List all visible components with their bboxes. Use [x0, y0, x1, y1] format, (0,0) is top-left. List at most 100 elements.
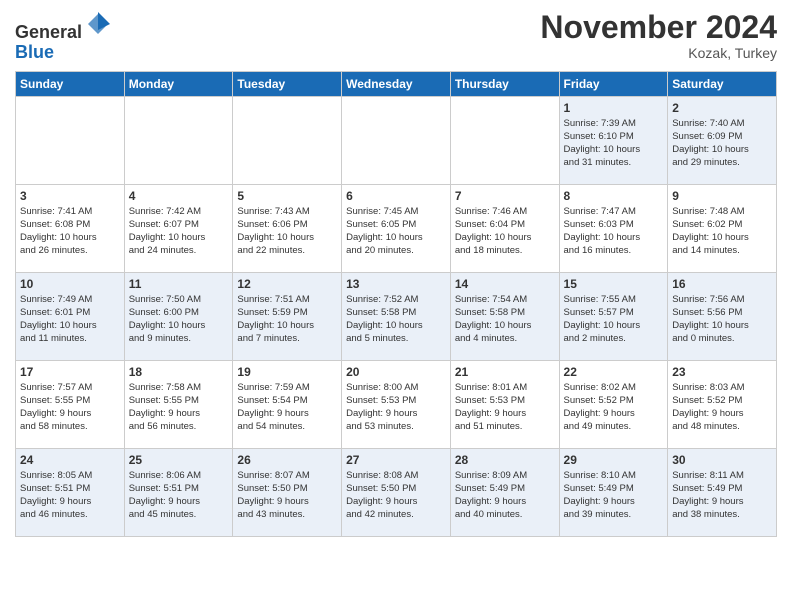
day-number: 1	[564, 101, 664, 115]
day-info: Sunrise: 8:06 AM Sunset: 5:51 PM Dayligh…	[129, 469, 229, 522]
day-number: 10	[20, 277, 120, 291]
week-row-2: 3 Sunrise: 7:41 AM Sunset: 6:08 PM Daylig…	[16, 184, 777, 272]
header: General Blue November 2024 Kozak, Turkey	[15, 10, 777, 63]
week-row-1: 1 Sunrise: 7:39 AM Sunset: 6:10 PM Daylig…	[16, 96, 777, 184]
day-cell: 7 Sunrise: 7:46 AM Sunset: 6:04 PM Daylig…	[450, 184, 559, 272]
day-info: Sunrise: 7:41 AM Sunset: 6:08 PM Dayligh…	[20, 205, 120, 258]
day-number: 26	[237, 453, 337, 467]
day-info: Sunrise: 7:46 AM Sunset: 6:04 PM Dayligh…	[455, 205, 555, 258]
day-cell: 11 Sunrise: 7:50 AM Sunset: 6:00 PM Dayli…	[124, 272, 233, 360]
logo: General Blue	[15, 10, 112, 63]
day-number: 18	[129, 365, 229, 379]
day-cell: 18 Sunrise: 7:58 AM Sunset: 5:55 PM Dayli…	[124, 360, 233, 448]
week-row-5: 24 Sunrise: 8:05 AM Sunset: 5:51 PM Dayli…	[16, 448, 777, 536]
day-info: Sunrise: 7:57 AM Sunset: 5:55 PM Dayligh…	[20, 381, 120, 434]
day-number: 20	[346, 365, 446, 379]
weekday-header-monday: Monday	[124, 71, 233, 96]
day-number: 28	[455, 453, 555, 467]
weekday-header-tuesday: Tuesday	[233, 71, 342, 96]
day-info: Sunrise: 7:58 AM Sunset: 5:55 PM Dayligh…	[129, 381, 229, 434]
day-cell: 20 Sunrise: 8:00 AM Sunset: 5:53 PM Dayli…	[342, 360, 451, 448]
day-info: Sunrise: 7:45 AM Sunset: 6:05 PM Dayligh…	[346, 205, 446, 258]
day-info: Sunrise: 8:00 AM Sunset: 5:53 PM Dayligh…	[346, 381, 446, 434]
week-row-3: 10 Sunrise: 7:49 AM Sunset: 6:01 PM Dayli…	[16, 272, 777, 360]
day-cell: 21 Sunrise: 8:01 AM Sunset: 5:53 PM Dayli…	[450, 360, 559, 448]
day-info: Sunrise: 8:11 AM Sunset: 5:49 PM Dayligh…	[672, 469, 772, 522]
day-number: 8	[564, 189, 664, 203]
logo-blue: Blue	[15, 42, 54, 62]
day-cell: 24 Sunrise: 8:05 AM Sunset: 5:51 PM Dayli…	[16, 448, 125, 536]
day-info: Sunrise: 7:54 AM Sunset: 5:58 PM Dayligh…	[455, 293, 555, 346]
day-number: 7	[455, 189, 555, 203]
day-info: Sunrise: 7:50 AM Sunset: 6:00 PM Dayligh…	[129, 293, 229, 346]
day-info: Sunrise: 8:03 AM Sunset: 5:52 PM Dayligh…	[672, 381, 772, 434]
day-cell: 16 Sunrise: 7:56 AM Sunset: 5:56 PM Dayli…	[668, 272, 777, 360]
day-info: Sunrise: 7:47 AM Sunset: 6:03 PM Dayligh…	[564, 205, 664, 258]
month-title: November 2024	[540, 10, 777, 45]
day-cell: 6 Sunrise: 7:45 AM Sunset: 6:05 PM Daylig…	[342, 184, 451, 272]
day-info: Sunrise: 7:52 AM Sunset: 5:58 PM Dayligh…	[346, 293, 446, 346]
day-cell: 8 Sunrise: 7:47 AM Sunset: 6:03 PM Daylig…	[559, 184, 668, 272]
weekday-header-saturday: Saturday	[668, 71, 777, 96]
day-number: 3	[20, 189, 120, 203]
day-info: Sunrise: 7:43 AM Sunset: 6:06 PM Dayligh…	[237, 205, 337, 258]
location-subtitle: Kozak, Turkey	[540, 45, 777, 61]
day-info: Sunrise: 8:07 AM Sunset: 5:50 PM Dayligh…	[237, 469, 337, 522]
day-number: 30	[672, 453, 772, 467]
weekday-header-thursday: Thursday	[450, 71, 559, 96]
day-cell	[124, 96, 233, 184]
day-cell: 28 Sunrise: 8:09 AM Sunset: 5:49 PM Dayli…	[450, 448, 559, 536]
day-number: 19	[237, 365, 337, 379]
day-info: Sunrise: 8:05 AM Sunset: 5:51 PM Dayligh…	[20, 469, 120, 522]
day-info: Sunrise: 7:39 AM Sunset: 6:10 PM Dayligh…	[564, 117, 664, 170]
day-number: 24	[20, 453, 120, 467]
day-info: Sunrise: 7:51 AM Sunset: 5:59 PM Dayligh…	[237, 293, 337, 346]
day-cell	[450, 96, 559, 184]
day-info: Sunrise: 8:01 AM Sunset: 5:53 PM Dayligh…	[455, 381, 555, 434]
day-number: 13	[346, 277, 446, 291]
week-row-4: 17 Sunrise: 7:57 AM Sunset: 5:55 PM Dayli…	[16, 360, 777, 448]
day-number: 29	[564, 453, 664, 467]
day-cell: 25 Sunrise: 8:06 AM Sunset: 5:51 PM Dayli…	[124, 448, 233, 536]
day-cell: 3 Sunrise: 7:41 AM Sunset: 6:08 PM Daylig…	[16, 184, 125, 272]
day-number: 22	[564, 365, 664, 379]
title-block: November 2024 Kozak, Turkey	[540, 10, 777, 61]
day-info: Sunrise: 8:02 AM Sunset: 5:52 PM Dayligh…	[564, 381, 664, 434]
day-cell: 29Sunrise: 8:10 AM Sunset: 5:49 PM Dayli…	[559, 448, 668, 536]
day-number: 21	[455, 365, 555, 379]
day-cell: 12 Sunrise: 7:51 AM Sunset: 5:59 PM Dayli…	[233, 272, 342, 360]
day-cell	[16, 96, 125, 184]
day-info: Sunrise: 7:49 AM Sunset: 6:01 PM Dayligh…	[20, 293, 120, 346]
day-info: Sunrise: 8:09 AM Sunset: 5:49 PM Dayligh…	[455, 469, 555, 522]
day-info: Sunrise: 7:55 AM Sunset: 5:57 PM Dayligh…	[564, 293, 664, 346]
day-info: Sunrise: 7:56 AM Sunset: 5:56 PM Dayligh…	[672, 293, 772, 346]
day-info: Sunrise: 7:42 AM Sunset: 6:07 PM Dayligh…	[129, 205, 229, 258]
day-number: 12	[237, 277, 337, 291]
day-cell: 30 Sunrise: 8:11 AM Sunset: 5:49 PM Dayli…	[668, 448, 777, 536]
logo-general: General	[15, 22, 82, 42]
day-cell: 13 Sunrise: 7:52 AM Sunset: 5:58 PM Dayli…	[342, 272, 451, 360]
day-cell: 19 Sunrise: 7:59 AM Sunset: 5:54 PM Dayli…	[233, 360, 342, 448]
day-info: Sunrise: 8:08 AM Sunset: 5:50 PM Dayligh…	[346, 469, 446, 522]
day-number: 17	[20, 365, 120, 379]
day-number: 27	[346, 453, 446, 467]
day-cell: 14Sunrise: 7:54 AM Sunset: 5:58 PM Dayli…	[450, 272, 559, 360]
day-number: 11	[129, 277, 229, 291]
day-number: 25	[129, 453, 229, 467]
day-number: 15	[564, 277, 664, 291]
day-cell: 4Sunrise: 7:42 AM Sunset: 6:07 PM Daylig…	[124, 184, 233, 272]
weekday-header-friday: Friday	[559, 71, 668, 96]
day-cell	[233, 96, 342, 184]
weekday-header-wednesday: Wednesday	[342, 71, 451, 96]
weekday-header-row: SundayMondayTuesdayWednesdayThursdayFrid…	[16, 71, 777, 96]
day-cell: 22 Sunrise: 8:02 AM Sunset: 5:52 PM Dayli…	[559, 360, 668, 448]
day-info: Sunrise: 7:59 AM Sunset: 5:54 PM Dayligh…	[237, 381, 337, 434]
day-number: 23	[672, 365, 772, 379]
logo-icon	[84, 10, 112, 38]
day-info: Sunrise: 7:40 AM Sunset: 6:09 PM Dayligh…	[672, 117, 772, 170]
calendar: SundayMondayTuesdayWednesdayThursdayFrid…	[15, 71, 777, 537]
day-number: 6	[346, 189, 446, 203]
day-number: 16	[672, 277, 772, 291]
day-cell	[342, 96, 451, 184]
day-cell: 26 Sunrise: 8:07 AM Sunset: 5:50 PM Dayli…	[233, 448, 342, 536]
